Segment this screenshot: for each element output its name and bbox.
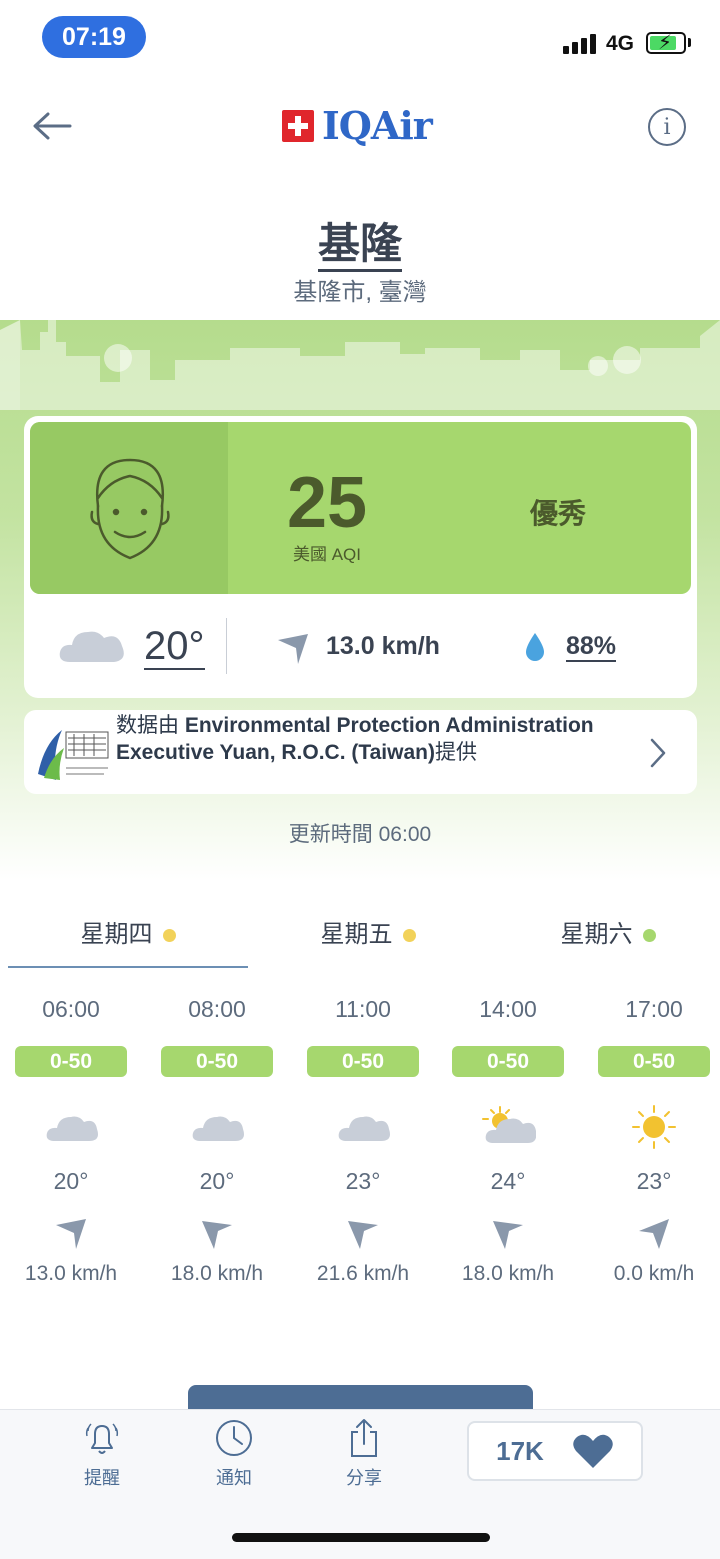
aqi-range-badge: 0-50 xyxy=(452,1046,564,1077)
battery-tip xyxy=(688,38,691,47)
sun-icon xyxy=(632,1105,676,1149)
back-arrow-icon[interactable] xyxy=(30,106,74,146)
clock-icon xyxy=(216,1420,252,1456)
city-skyline-illustration xyxy=(0,320,720,410)
active-tab-indicator xyxy=(8,966,248,968)
cloud-icon xyxy=(59,631,124,662)
aqi-status: 優秀 xyxy=(529,498,586,529)
partly-sunny-icon xyxy=(482,1106,537,1143)
network-type: 4G xyxy=(606,32,635,55)
hourly-forecast-item: 14:00 0-50 24° 18.0 km/h xyxy=(435,996,581,1286)
wind-direction-icon xyxy=(493,1221,523,1249)
happy-face-icon xyxy=(90,458,170,560)
current-temperature: 20° xyxy=(144,624,205,670)
tab-thursday[interactable]: 星期四 xyxy=(8,914,248,949)
battery-icon: ⚡ xyxy=(646,32,686,54)
hourly-forecast-item: 17:00 0-50 23° 0.0 km/h xyxy=(581,996,720,1286)
chevron-right-icon[interactable] xyxy=(646,736,670,770)
current-wind-speed: 13.0 km/h xyxy=(326,632,440,660)
divider xyxy=(226,618,227,674)
cellular-signal-icon xyxy=(563,34,596,54)
aqi-range-badge: 0-50 xyxy=(161,1046,273,1077)
region-subtitle: 基隆市, 臺灣 xyxy=(293,279,427,306)
epa-logo xyxy=(38,730,109,780)
aqi-dot xyxy=(402,929,416,943)
humidity-drop-icon xyxy=(526,633,544,661)
wind-direction-icon xyxy=(202,1221,232,1249)
nav-share-button[interactable]: 分享 xyxy=(314,1418,414,1490)
status-time: 07:19 xyxy=(42,16,146,58)
hourly-forecast-item: 11:00 0-50 23° 21.6 km/h xyxy=(290,996,436,1286)
cloud-icon xyxy=(192,1116,244,1141)
wind-direction-icon xyxy=(278,634,308,664)
aqi-dot xyxy=(642,929,656,943)
swiss-flag-icon xyxy=(282,109,314,142)
cloud-icon xyxy=(338,1116,390,1141)
floating-panel-handle[interactable] xyxy=(188,1385,533,1411)
aqi-range-badge: 0-50 xyxy=(15,1046,127,1077)
aqi-range-badge: 0-50 xyxy=(307,1046,419,1077)
provider-name: Environmental Protection Administration … xyxy=(116,714,594,764)
updated-time: 更新時間 06:00 xyxy=(288,823,432,846)
hourly-forecast-item: 08:00 0-50 20° 18.0 km/h xyxy=(144,996,290,1286)
city-name: 基隆 xyxy=(317,220,402,272)
hourly-forecast-item: 06:00 0-50 20° 13.0 km/h xyxy=(0,996,144,1286)
share-icon xyxy=(351,1419,377,1457)
brand-name: IQAir xyxy=(322,103,433,148)
like-count: 17K xyxy=(496,1435,544,1466)
tab-saturday[interactable]: 星期六 xyxy=(488,914,720,949)
aqi-dot xyxy=(162,929,176,943)
aqi-value: 25 xyxy=(286,463,368,543)
tab-friday[interactable]: 星期五 xyxy=(248,914,488,949)
cloud-icon xyxy=(46,1116,98,1141)
data-provider-text: 数据由 Environmental Protection Administrat… xyxy=(116,714,594,764)
wind-direction-icon xyxy=(348,1221,378,1249)
iqair-logo: IQAir xyxy=(282,103,433,148)
home-indicator xyxy=(232,1533,490,1542)
nav-notify-button[interactable]: 通知 xyxy=(184,1418,284,1490)
bell-icon xyxy=(85,1423,119,1454)
aqi-range-badge: 0-50 xyxy=(598,1046,710,1077)
aqi-unit-label: 美國 AQI xyxy=(292,545,361,564)
current-humidity: 88% xyxy=(566,632,617,662)
nav-alert-button[interactable]: 提醒 xyxy=(52,1418,152,1490)
city-title[interactable]: 基隆 xyxy=(0,210,720,272)
wind-direction-icon xyxy=(56,1219,86,1249)
like-button[interactable]: 17K xyxy=(467,1421,643,1481)
info-icon[interactable]: i xyxy=(648,108,686,146)
wind-direction-icon xyxy=(639,1219,669,1249)
heart-icon xyxy=(573,1434,613,1468)
